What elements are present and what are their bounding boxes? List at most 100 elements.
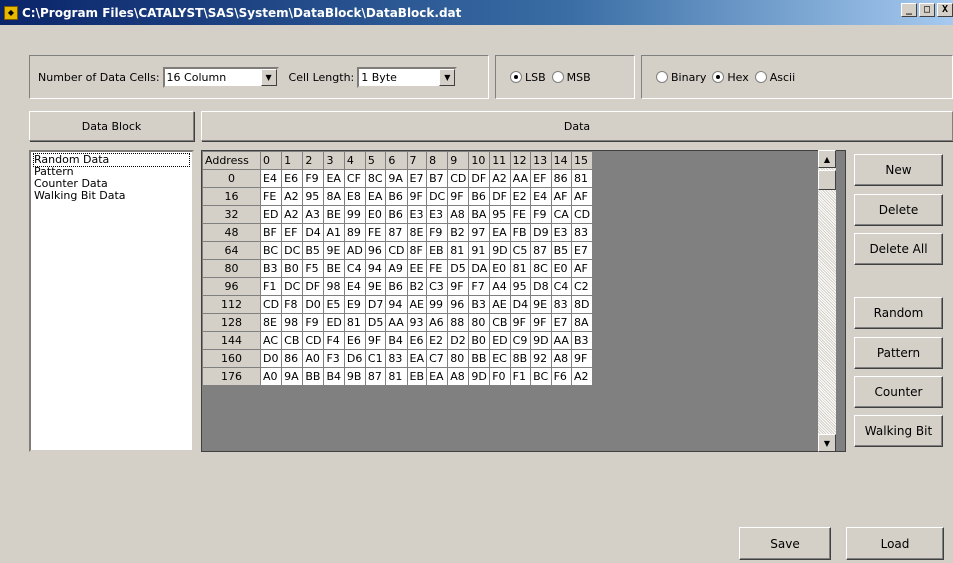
load-button[interactable]: Load [846,527,944,560]
radio-selected-icon[interactable] [510,71,522,83]
data-cell[interactable]: DF [302,277,325,296]
data-cell[interactable]: 81 [509,259,532,278]
data-cell[interactable]: 96 [364,241,387,260]
data-cell[interactable]: F1 [509,367,532,386]
data-cell[interactable]: 80 [468,313,491,332]
data-cell[interactable]: A2 [281,187,304,206]
data-cell[interactable]: 9F [447,277,470,296]
data-cell[interactable]: C4 [343,259,366,278]
data-cell[interactable]: E3 [406,205,428,224]
data-cell[interactable]: E7 [570,241,594,260]
data-cell[interactable]: D4 [302,223,325,242]
data-cell[interactable]: CD [570,205,594,224]
data-cell[interactable]: F9 [302,169,325,188]
data-cell[interactable]: D2 [447,331,470,350]
data-cell[interactable]: 93 [406,313,428,332]
data-cell[interactable]: A2 [489,169,511,188]
data-cell[interactable]: EA [323,169,345,188]
close-button[interactable]: X [937,3,953,17]
data-cell[interactable]: A8 [447,367,470,386]
random-button[interactable]: Random [854,297,943,329]
data-cell[interactable]: 80 [447,349,470,368]
radio-ascii[interactable]: Ascii [754,71,795,84]
data-cell[interactable]: 9D [489,241,511,260]
data-cell[interactable]: D0 [302,295,325,314]
data-cell[interactable]: CB [489,313,511,332]
data-cell[interactable]: D8 [530,277,552,296]
data-cell[interactable]: C2 [570,277,594,296]
data-cell[interactable]: 8B [509,349,532,368]
data-cell[interactable]: 9D [530,331,552,350]
chevron-down-icon[interactable]: ▼ [439,68,456,86]
data-cell[interactable]: D9 [530,223,552,242]
data-cell[interactable]: A9 [385,259,408,278]
data-cell[interactable]: A8 [447,205,470,224]
data-block-list[interactable]: Random Data Pattern Counter Data Walking… [29,150,194,452]
counter-button[interactable]: Counter [854,376,943,408]
data-cell[interactable]: 83 [570,223,594,242]
maximize-button[interactable]: □ [919,3,935,17]
data-cell[interactable]: E6 [406,331,428,350]
data-cell[interactable]: AE [489,295,511,314]
data-cell[interactable]: B6 [385,205,408,224]
data-cell[interactable]: D5 [447,259,470,278]
data-cell[interactable]: C7 [426,349,449,368]
data-cell[interactable]: 87 [530,241,552,260]
data-cell[interactable]: 9F [406,187,428,206]
data-cell[interactable]: ED [259,205,283,224]
data-cell[interactable]: D7 [364,295,387,314]
data-cell[interactable]: A2 [570,367,594,386]
data-cell[interactable]: E2 [426,331,449,350]
data-cell[interactable]: 9E [364,277,387,296]
data-cell[interactable]: F9 [530,205,552,224]
radio-msb[interactable]: MSB [551,71,591,84]
data-cell[interactable]: 8D [570,295,594,314]
data-cell[interactable]: B3 [259,259,283,278]
data-cell[interactable]: E0 [489,259,511,278]
length-select[interactable]: 1 Byte ▼ [357,66,458,88]
new-button[interactable]: New [854,154,943,186]
data-cell[interactable]: F8 [281,295,304,314]
radio-hex[interactable]: Hex [712,71,749,84]
data-cell[interactable]: BE [323,259,345,278]
data-cell[interactable]: FB [509,223,532,242]
data-cell[interactable]: 97 [468,223,491,242]
minimize-button[interactable]: _ [901,3,917,17]
data-cell[interactable]: AD [343,241,366,260]
data-cell[interactable]: B3 [570,331,594,350]
data-cell[interactable]: E9 [343,295,366,314]
data-cell[interactable]: F1 [259,277,283,296]
data-cell[interactable]: DA [468,259,491,278]
data-cell[interactable]: DF [468,169,491,188]
data-cell[interactable]: E7 [406,169,428,188]
data-cell[interactable]: BC [259,241,283,260]
data-cell[interactable]: A0 [302,349,325,368]
data-cell[interactable]: DC [281,277,304,296]
data-cell[interactable]: AC [259,331,283,350]
data-cell[interactable]: DC [281,241,304,260]
data-cell[interactable]: 98 [281,313,304,332]
data-cell[interactable]: EA [489,223,511,242]
data-cell[interactable]: C4 [550,277,572,296]
data-cell[interactable]: B4 [323,367,345,386]
data-cell[interactable]: E3 [550,223,572,242]
delete-all-button[interactable]: Delete All [854,233,943,265]
data-cell[interactable]: E0 [550,259,572,278]
data-cell[interactable]: 8C [364,169,387,188]
data-cell[interactable]: EF [281,223,304,242]
data-cell[interactable]: B4 [385,331,408,350]
data-cell[interactable]: AA [550,331,572,350]
data-cell[interactable]: D0 [259,349,283,368]
data-cell[interactable]: E6 [343,331,366,350]
cells-select[interactable]: 16 Column ▼ [162,66,279,88]
delete-button[interactable]: Delete [854,194,943,226]
chevron-down-icon[interactable]: ▼ [260,68,277,86]
data-cell[interactable]: D4 [509,295,532,314]
data-cell[interactable]: 81 [570,169,594,188]
data-cell[interactable]: B5 [550,241,572,260]
data-cell[interactable]: EB [406,367,428,386]
data-cell[interactable]: 9F [570,349,594,368]
data-cell[interactable]: AE [406,295,428,314]
scroll-down-icon[interactable]: ▼ [818,434,836,452]
data-cell[interactable]: 88 [447,313,470,332]
